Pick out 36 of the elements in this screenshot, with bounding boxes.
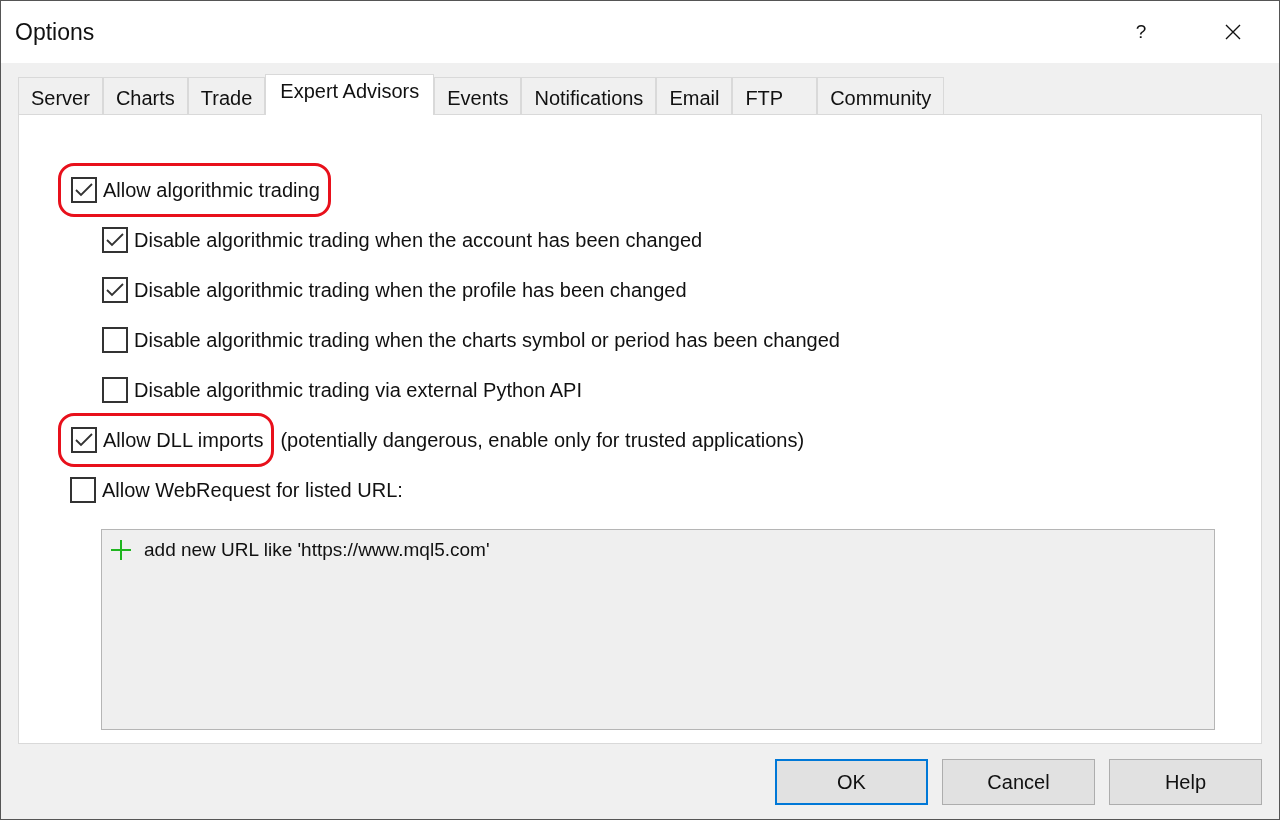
dialog-button[interactable]: Help bbox=[1109, 759, 1262, 805]
checkbox[interactable] bbox=[102, 227, 128, 253]
checkmark-icon bbox=[106, 233, 124, 247]
tab[interactable]: Expert Advisors bbox=[265, 74, 435, 115]
checkbox-label[interactable]: Allow DLL imports bbox=[103, 425, 264, 455]
checkmark-icon bbox=[75, 433, 93, 447]
warning-note: (potentially dangerous, enable only for trusted applications) bbox=[280, 428, 805, 453]
tab[interactable]: Trade bbox=[187, 77, 266, 114]
tab[interactable]: Server bbox=[18, 77, 103, 114]
tab[interactable]: FTP bbox=[732, 77, 818, 114]
checkbox[interactable] bbox=[71, 177, 97, 203]
tab[interactable]: Notifications bbox=[521, 77, 657, 114]
close-icon bbox=[1225, 24, 1241, 40]
tab[interactable]: Charts bbox=[102, 77, 188, 114]
checkbox-label[interactable]: Disable algorithmic trading when the profile has been changed bbox=[134, 275, 687, 305]
tab[interactable]: Events bbox=[434, 77, 522, 114]
plus-icon bbox=[110, 539, 132, 562]
checkbox[interactable] bbox=[70, 477, 96, 503]
checkbox-label[interactable]: Allow algorithmic trading bbox=[103, 175, 320, 205]
checkbox[interactable] bbox=[102, 377, 128, 403]
checkbox-label[interactable]: Disable algorithmic trading when the charts symbol or period has been changed bbox=[134, 325, 840, 355]
dialog-button[interactable]: OK bbox=[775, 759, 928, 805]
checkmark-icon bbox=[106, 283, 124, 297]
help-button[interactable]: ? bbox=[1121, 12, 1161, 52]
checkbox-label[interactable]: Allow WebRequest for listed URL: bbox=[102, 475, 403, 505]
checkmark-icon bbox=[75, 183, 93, 197]
tab[interactable]: Email bbox=[656, 77, 733, 114]
checkbox-label[interactable]: Disable algorithmic trading when the account has been changed bbox=[134, 225, 703, 255]
window-title: Options bbox=[15, 17, 95, 47]
checkbox[interactable] bbox=[71, 427, 97, 453]
checkbox[interactable] bbox=[102, 277, 128, 303]
dialog-button[interactable]: Cancel bbox=[942, 759, 1095, 805]
checkbox-label[interactable]: Disable algorithmic trading via external Python API bbox=[134, 375, 582, 405]
add-url-item[interactable]: add new URL like 'https://www.mql5.com' bbox=[110, 536, 490, 565]
tab[interactable]: Community bbox=[817, 77, 945, 114]
checkbox[interactable] bbox=[102, 327, 128, 353]
